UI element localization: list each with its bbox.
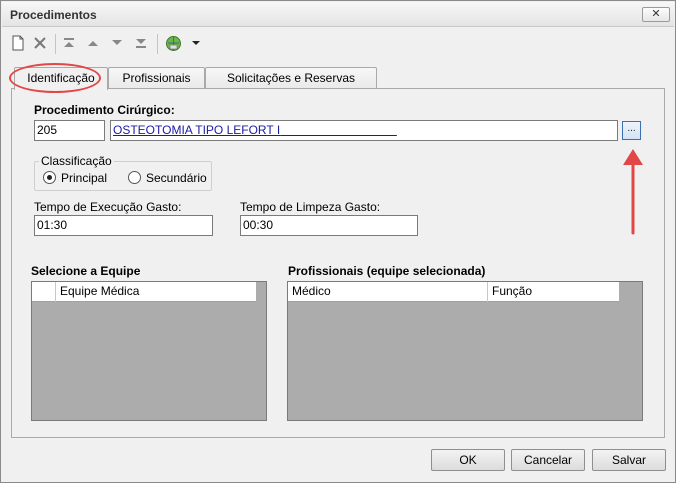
toolbar-separator <box>157 34 158 54</box>
radio-principal[interactable] <box>43 171 56 184</box>
procedimentos-window: Procedimentos ✕ Identificação Profission… <box>0 0 676 483</box>
tempo-execucao-label: Tempo de Execução Gasto: <box>34 200 182 214</box>
ok-button[interactable]: OK <box>431 449 505 471</box>
equipe-title: Selecione a Equipe <box>31 264 141 278</box>
tab-solicitacoes-reservas[interactable]: Solicitações e Reservas <box>205 67 377 89</box>
toolbar-separator <box>55 34 56 54</box>
radio-principal-label: Principal <box>61 171 108 185</box>
radio-secundario-label: Secundário <box>146 171 207 185</box>
move-down-icon[interactable] <box>108 34 126 52</box>
profissionais-grid[interactable]: Médico Função <box>287 281 643 421</box>
tab-identificacao[interactable]: Identificação <box>14 67 108 90</box>
profissionais-grid-header: Médico Função <box>288 282 619 302</box>
annotation-arrow-icon <box>623 149 643 235</box>
tab-strip: Identificação Profissionais Solicitações… <box>1 67 676 90</box>
print-globe-icon[interactable] <box>164 34 182 52</box>
tempo-limpeza-field[interactable]: 00:30 <box>240 215 418 236</box>
toolbar <box>2 29 674 59</box>
move-up-icon[interactable] <box>84 34 102 52</box>
classificacao-group: Classificação Principal Secundário <box>34 154 212 191</box>
dropdown-arrow-icon[interactable] <box>190 34 202 52</box>
procedimento-name-field[interactable]: OSTEOTOMIA TIPO LEFORT I <box>110 120 618 141</box>
title-bar: Procedimentos ✕ <box>2 2 674 27</box>
profissionais-grid-column-funcao[interactable]: Função <box>488 282 619 302</box>
procedimento-name-link[interactable]: OSTEOTOMIA TIPO LEFORT I <box>113 123 280 137</box>
save-button[interactable]: Salvar <box>592 449 666 471</box>
delete-icon[interactable] <box>31 34 49 52</box>
equipe-grid[interactable]: Equipe Médica <box>31 281 267 421</box>
profissionais-grid-column-medico[interactable]: Médico <box>288 282 488 302</box>
tempo-limpeza-label: Tempo de Limpeza Gasto: <box>240 200 381 214</box>
cancel-button[interactable]: Cancelar <box>511 449 585 471</box>
equipe-grid-column-equipe-medica[interactable]: Equipe Médica <box>56 282 256 302</box>
window-title: Procedimentos <box>10 8 97 22</box>
equipe-grid-selector-column[interactable] <box>32 282 56 302</box>
procedimento-label: Procedimento Cirúrgico: <box>34 103 175 117</box>
radio-secundario[interactable] <box>128 171 141 184</box>
procedimento-code-field[interactable]: 205 <box>34 120 105 141</box>
close-button[interactable]: ✕ <box>642 7 670 22</box>
tab-panel-identificacao: Procedimento Cirúrgico: 205 OSTEOTOMIA T… <box>11 88 665 438</box>
equipe-grid-header: Equipe Médica <box>32 282 256 302</box>
tempo-execucao-field[interactable]: 01:30 <box>34 215 213 236</box>
lookup-button[interactable]: ... <box>622 121 641 140</box>
classificacao-title: Classificação <box>39 154 114 168</box>
move-last-icon[interactable] <box>132 34 150 52</box>
new-document-icon[interactable] <box>9 34 27 52</box>
move-first-icon[interactable] <box>60 34 78 52</box>
profissionais-title: Profissionais (equipe selecionada) <box>288 264 486 278</box>
tab-profissionais[interactable]: Profissionais <box>108 67 205 89</box>
